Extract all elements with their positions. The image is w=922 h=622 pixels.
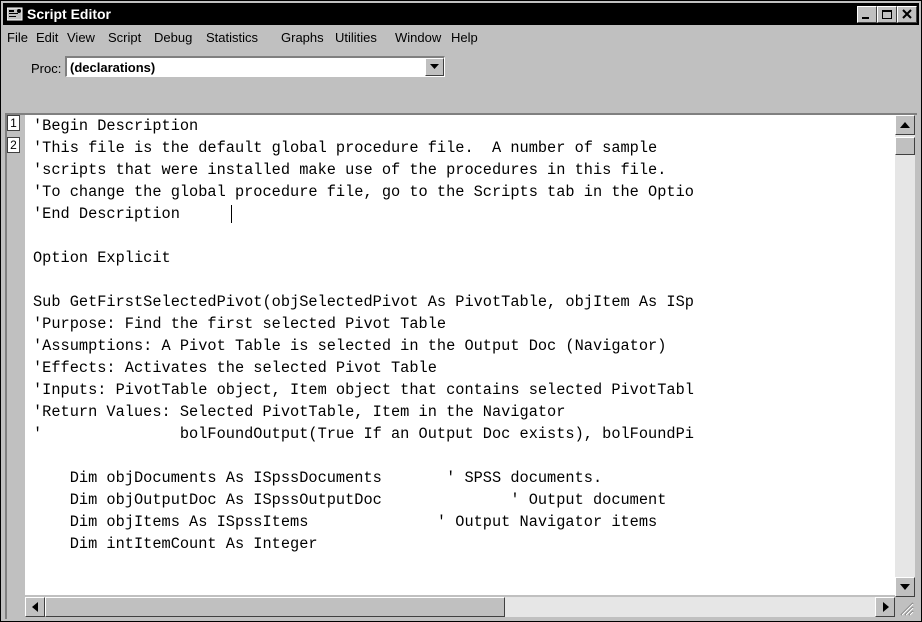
scroll-right-button[interactable] xyxy=(875,597,895,617)
menu-help[interactable]: Help xyxy=(451,30,478,45)
code-line: 'To change the global procedure file, go… xyxy=(33,183,694,201)
menu-utilities[interactable]: Utilities xyxy=(335,30,377,45)
chevron-down-icon xyxy=(430,64,439,69)
minimize-icon xyxy=(862,17,869,19)
menu-graphs[interactable]: Graphs xyxy=(281,30,324,45)
code-line: ' bolFoundOutput(True If an Output Doc e… xyxy=(33,425,694,443)
arrow-left-icon xyxy=(32,602,38,612)
gutter-marker-1: 1 xyxy=(7,115,20,131)
code-line: 'scripts that were installed make use of… xyxy=(33,161,667,179)
code-editor[interactable]: 'Begin Description 'This file is the def… xyxy=(25,115,895,595)
code-line: Dim objOutputDoc As ISpssOutputDoc ' Out… xyxy=(33,491,667,509)
proc-selected-value: (declarations) xyxy=(70,60,156,75)
restore-button[interactable] xyxy=(877,6,897,23)
maximize-icon xyxy=(882,10,892,19)
code-line: Dim objDocuments As ISpssDocuments ' SPS… xyxy=(33,469,603,487)
breakpoint-gutter[interactable]: 1 2 xyxy=(7,115,25,595)
code-line: Sub GetFirstSelectedPivot(objSelectedPiv… xyxy=(33,293,694,311)
menu-bar: File Edit View Script Debug Statistics G… xyxy=(3,27,919,49)
horizontal-scroll-thumb[interactable] xyxy=(45,597,505,617)
script-editor-app-icon[interactable] xyxy=(6,7,23,21)
arrow-right-icon xyxy=(883,602,889,612)
arrow-up-icon xyxy=(900,122,910,128)
code-line: 'Effects: Activates the selected Pivot T… xyxy=(33,359,437,377)
proc-dropdown[interactable]: (declarations) xyxy=(65,56,445,77)
code-line: 'Purpose: Find the first selected Pivot … xyxy=(33,315,447,333)
close-icon xyxy=(902,9,912,19)
text-caret xyxy=(231,205,232,223)
proc-label: Proc: xyxy=(31,61,62,76)
menu-edit[interactable]: Edit xyxy=(36,30,58,45)
scroll-down-button[interactable] xyxy=(895,577,915,597)
resize-grip[interactable] xyxy=(895,597,915,617)
horizontal-scrollbar[interactable] xyxy=(25,597,895,617)
code-line: 'Inputs: PivotTable object, Item object … xyxy=(33,381,694,399)
title-bar[interactable]: Script Editor xyxy=(3,3,919,25)
minimize-button[interactable] xyxy=(857,6,877,23)
menu-view[interactable]: View xyxy=(67,30,95,45)
code-line: 'Return Values: Selected PivotTable, Ite… xyxy=(33,403,566,421)
code-line: Dim objItems As ISpssItems ' Output Navi… xyxy=(33,513,658,531)
menu-file[interactable]: File xyxy=(7,30,28,45)
scroll-up-button[interactable] xyxy=(895,115,915,135)
arrow-down-icon xyxy=(900,584,910,590)
vertical-scrollbar[interactable] xyxy=(895,115,915,597)
scroll-left-button[interactable] xyxy=(25,597,45,617)
resize-grip-icon xyxy=(900,602,914,616)
proc-dropdown-button[interactable] xyxy=(425,58,444,76)
code-line: Option Explicit xyxy=(33,249,171,267)
script-editor-window: Script Editor File Edit View Script Debu… xyxy=(0,0,922,622)
menu-debug[interactable]: Debug xyxy=(154,30,192,45)
code-line: 'This file is the default global procedu… xyxy=(33,139,658,157)
code-line: 'Begin Description xyxy=(33,117,199,135)
code-line: 'End Description xyxy=(33,205,180,223)
code-line: 'Assumptions: A Pivot Table is selected … xyxy=(33,337,667,355)
menu-statistics[interactable]: Statistics xyxy=(206,30,258,45)
window-title: Script Editor xyxy=(27,6,112,22)
gutter-marker-2: 2 xyxy=(7,137,20,153)
code-line: Dim intItemCount As Integer xyxy=(33,535,318,553)
close-button[interactable] xyxy=(897,6,917,23)
menu-script[interactable]: Script xyxy=(108,30,141,45)
menu-window[interactable]: Window xyxy=(395,30,441,45)
vertical-scroll-thumb[interactable] xyxy=(895,137,915,155)
